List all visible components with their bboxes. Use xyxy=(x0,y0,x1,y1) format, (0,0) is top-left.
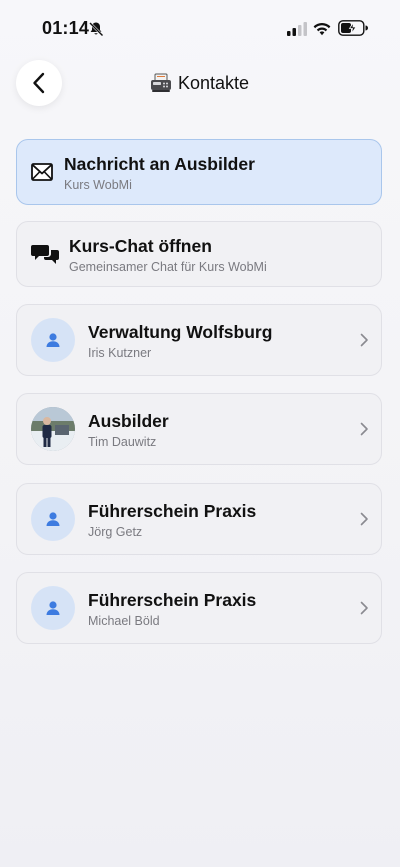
contact-card[interactable]: Führerschein Praxis Michael Böld xyxy=(16,572,382,644)
contact-card[interactable]: Ausbilder Tim Dauwitz xyxy=(16,393,382,465)
person-icon xyxy=(46,512,60,526)
contact-card[interactable]: Führerschein Praxis Jörg Getz xyxy=(16,483,382,555)
envelope-icon xyxy=(31,163,53,181)
contact-role: Führerschein Praxis xyxy=(88,590,257,610)
person-photo xyxy=(31,407,75,451)
chevron-right-icon xyxy=(360,333,368,347)
contact-role: Führerschein Praxis xyxy=(88,501,257,521)
person-icon xyxy=(46,601,60,615)
contact-name: Michael Böld xyxy=(88,614,160,628)
card-subtitle: Kurs WobMi xyxy=(64,178,132,192)
page-title: Kontakte xyxy=(150,70,249,96)
contact-name: Iris Kutzner xyxy=(88,346,152,360)
contact-name: Tim Dauwitz xyxy=(88,435,157,449)
chevron-right-icon xyxy=(360,601,368,615)
avatar xyxy=(31,318,75,362)
chat-bubbles-icon xyxy=(31,245,59,264)
card-title: Nachricht an Ausbilder xyxy=(64,154,255,174)
contact-card[interactable]: Verwaltung Wolfsburg Iris Kutzner xyxy=(16,304,382,376)
course-chat-card[interactable]: Kurs-Chat öffnen Gemeinsamer Chat für Ku… xyxy=(16,221,382,287)
chevron-left-icon xyxy=(33,72,45,94)
avatar xyxy=(31,497,75,541)
status-time: 01:14 xyxy=(42,18,90,38)
contact-role: Verwaltung Wolfsburg xyxy=(88,322,273,342)
back-button[interactable] xyxy=(16,60,62,106)
battery-charging-icon xyxy=(338,20,368,36)
cellular-signal-icon xyxy=(287,22,307,36)
fax-icon xyxy=(151,73,171,92)
chevron-right-icon xyxy=(360,512,368,526)
contact-name: Jörg Getz xyxy=(88,525,143,539)
message-trainer-card[interactable]: Nachricht an Ausbilder Kurs WobMi xyxy=(16,139,382,205)
page-title-text: Kontakte xyxy=(178,72,250,93)
chevron-right-icon xyxy=(360,422,368,436)
bell-slash-icon xyxy=(89,22,104,37)
wifi-icon xyxy=(313,22,331,36)
contact-role: Ausbilder xyxy=(88,411,169,431)
photo-avatar xyxy=(31,407,75,451)
person-icon xyxy=(46,333,60,347)
card-subtitle: Gemeinsamer Chat für Kurs WobMi xyxy=(69,260,267,274)
status-bar: 01:14 xyxy=(0,0,400,60)
avatar xyxy=(31,586,75,630)
card-title: Kurs-Chat öffnen xyxy=(69,236,212,256)
